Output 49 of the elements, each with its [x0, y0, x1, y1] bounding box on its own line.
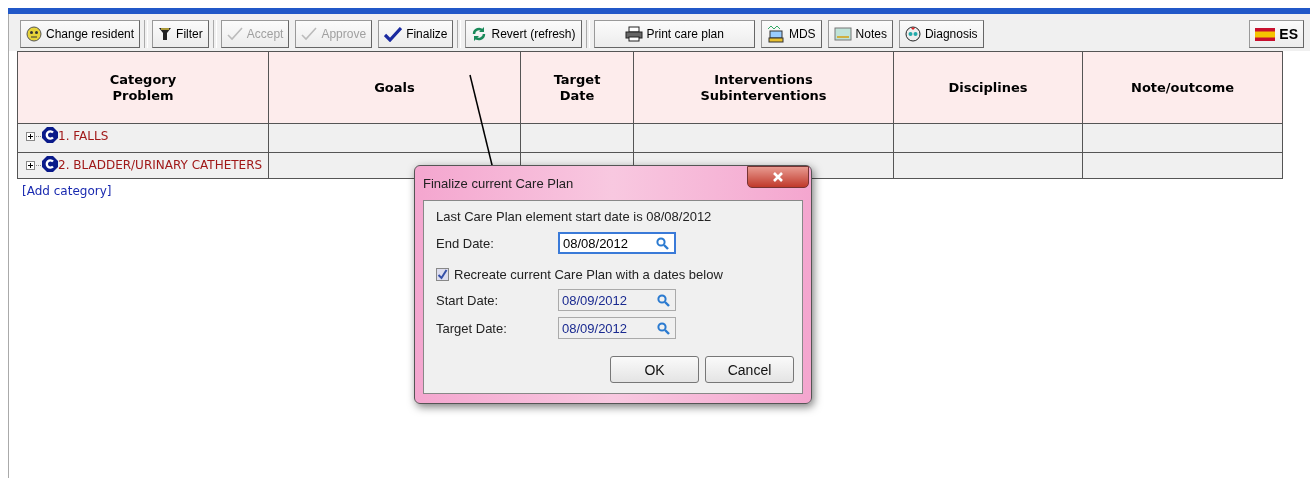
toolbar-button[interactable]: MDS — [760, 20, 822, 48]
field-label: End Date: — [436, 235, 495, 251]
dialog-button[interactable]: Cancel — [705, 356, 794, 383]
info-text: Last Care Plan element start date is 08/08/2012 — [436, 209, 713, 224]
column-header: Interventions Subinterventions — [633, 51, 894, 124]
check-icon — [226, 27, 243, 41]
date-field[interactable]: 08/09/2012 — [558, 317, 676, 339]
category-link[interactable]: 1. FALLS — [58, 129, 109, 143]
toolbar-button[interactable]: Print care plan — [593, 20, 755, 48]
dialog-button[interactable]: OK — [610, 356, 699, 383]
toolbar-button[interactable]: Notes — [827, 20, 893, 48]
date-field[interactable]: 08/08/2012 — [558, 232, 676, 254]
toolbar-button[interactable]: Revert (refresh) — [465, 20, 582, 48]
printer-icon — [624, 26, 643, 42]
search-icon — [656, 236, 669, 250]
checkbox[interactable] — [436, 268, 449, 281]
checkbox-label[interactable]: Recreate current Care Plan with a dates below — [454, 267, 723, 282]
field-label: Target Date: — [436, 320, 508, 336]
category-icon — [42, 127, 58, 143]
note-icon — [833, 27, 852, 41]
dialog-title: Finalize current Care Plan — [423, 175, 574, 191]
column-header: Disciplines — [893, 51, 1083, 124]
date-field[interactable]: 08/09/2012 — [558, 289, 676, 311]
column-header: Target Date — [520, 51, 634, 124]
close-button[interactable] — [747, 166, 809, 188]
smiley-icon — [26, 26, 42, 42]
column-header: Note/outcome — [1082, 51, 1283, 124]
check-icon — [437, 269, 448, 280]
toolbar-button[interactable]: Filter — [152, 20, 209, 48]
field-label: Start Date: — [436, 292, 500, 308]
flag-icon — [1255, 27, 1276, 41]
close-icon — [771, 172, 785, 182]
category-link[interactable]: 2. BLADDER/URINARY CATHETERS — [58, 158, 263, 172]
toolbar-button[interactable]: Change resident — [20, 20, 141, 48]
toolbar-button[interactable]: Diagnosis — [898, 20, 984, 48]
computer-icon — [766, 25, 785, 43]
add-category-link[interactable]: [Add category] — [22, 184, 112, 198]
column-header: Goals — [268, 51, 521, 124]
funnel-icon — [158, 26, 173, 42]
check-icon — [384, 26, 403, 42]
column-header: Category Problem — [17, 51, 269, 124]
language-button[interactable]: ES — [1249, 20, 1304, 48]
check-icon — [301, 27, 318, 41]
mask-icon — [904, 26, 921, 42]
toolbar-button[interactable]: Finalize — [378, 20, 454, 48]
refresh-icon — [471, 26, 488, 42]
search-icon — [657, 321, 670, 335]
search-icon — [657, 293, 670, 307]
category-icon — [42, 156, 58, 172]
